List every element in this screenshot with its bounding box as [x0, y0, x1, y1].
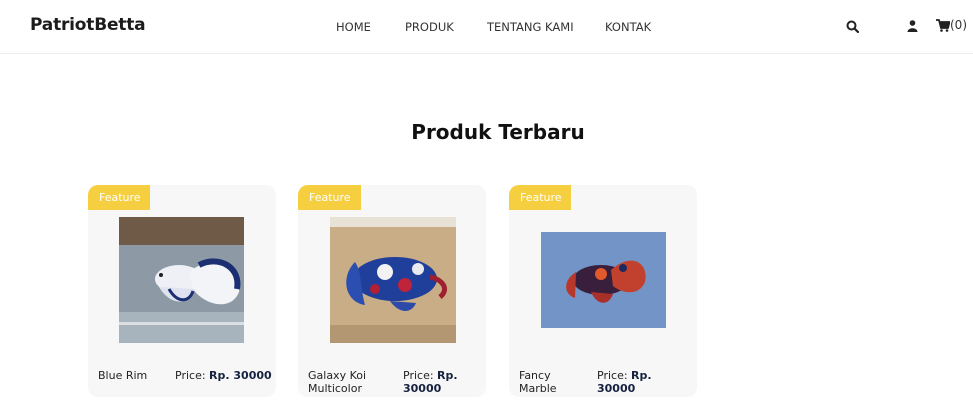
product-image[interactable]	[119, 217, 244, 343]
nav-produk[interactable]: PRODUK	[405, 20, 454, 34]
product-card[interactable]: Feature Galaxy Koi Multicolor Price: Rp.…	[298, 185, 486, 397]
brand-logo[interactable]: PatriotBetta	[30, 15, 146, 35]
product-price: Price: Rp. 30000	[597, 369, 673, 395]
product-image[interactable]	[541, 232, 666, 328]
product-card[interactable]: Feature Blue Rim Price: Rp. 30000	[88, 185, 276, 397]
feature-badge: Feature	[298, 185, 361, 210]
user-icon[interactable]	[907, 20, 918, 32]
price-label: Price:	[175, 369, 206, 382]
nav-kontak[interactable]: KONTAK	[605, 20, 651, 34]
feature-badge: Feature	[88, 185, 150, 210]
product-name[interactable]: Fancy Marble	[519, 369, 589, 395]
nav-home[interactable]: HOME	[336, 20, 371, 34]
nav-tentang-kami[interactable]: TENTANG KAMI	[487, 20, 574, 34]
price-value: Rp. 30000	[209, 369, 272, 382]
product-card[interactable]: Feature Fancy Marble Price: Rp. 30000	[509, 185, 697, 397]
navbar: PatriotBetta HOME PRODUK TENTANG KAMI KO…	[0, 0, 973, 54]
product-name[interactable]: Blue Rim	[98, 369, 147, 382]
cart-icon[interactable]	[936, 19, 950, 32]
product-price: Price: Rp. 30000	[403, 369, 479, 395]
section-title: Produk Terbaru	[411, 120, 585, 144]
product-name[interactable]: Galaxy Koi Multicolor	[308, 369, 378, 395]
price-label: Price:	[597, 369, 628, 382]
feature-badge: Feature	[509, 185, 571, 210]
price-label: Price:	[403, 369, 434, 382]
search-icon[interactable]	[846, 20, 859, 33]
product-price: Price: Rp. 30000	[175, 369, 272, 382]
product-image[interactable]	[330, 217, 456, 343]
cart-count[interactable]: (0)	[950, 18, 967, 32]
